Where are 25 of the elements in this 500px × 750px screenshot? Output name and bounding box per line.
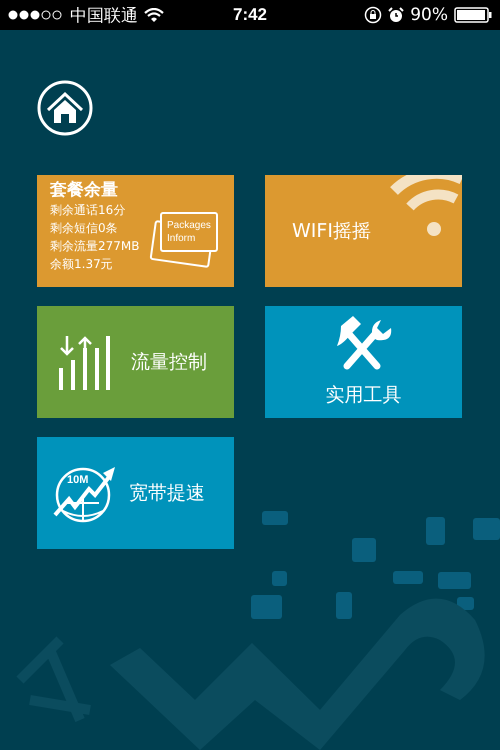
speed-tile[interactable]: 10M 宽带提速 (37, 437, 234, 549)
tile-title: 宽带提速 (129, 481, 205, 506)
home-icon[interactable] (37, 80, 93, 136)
wifi-tile[interactable]: WIFI摇摇 (265, 175, 462, 287)
tile-title: WIFI摇摇 (292, 219, 371, 244)
battery-icon (454, 7, 492, 23)
signal-bars-icon (57, 334, 111, 390)
tile-title: 流量控制 (131, 350, 207, 375)
balance-line: 剩余短信0条 (50, 220, 118, 237)
clock-time: 7:42 (232, 5, 268, 24)
wifi-icon (144, 8, 164, 22)
balance-line: 余额1.37元 (50, 256, 113, 273)
tile-title: 实用工具 (326, 383, 402, 408)
rotation-lock-icon (364, 6, 382, 24)
traffic-tile[interactable]: 流量控制 (37, 306, 234, 418)
carrier-name: 中国联通 (70, 4, 138, 26)
battery-percent: 90% (410, 5, 448, 25)
balance-line: 剩余通话16分 (50, 202, 126, 219)
balance-line: 剩余流量277MB (50, 238, 140, 255)
tools-tile[interactable]: 实用工具 (265, 306, 462, 418)
signal-dots-icon (8, 10, 64, 20)
wifi-icon (390, 175, 462, 237)
alarm-icon (388, 7, 404, 23)
tile-title: 套餐余量 (50, 179, 118, 201)
package-tile[interactable]: 套餐余量 剩余通话16分 剩余短信0条 剩余流量277MB 余额1.37元 Packages Inform (37, 175, 234, 287)
